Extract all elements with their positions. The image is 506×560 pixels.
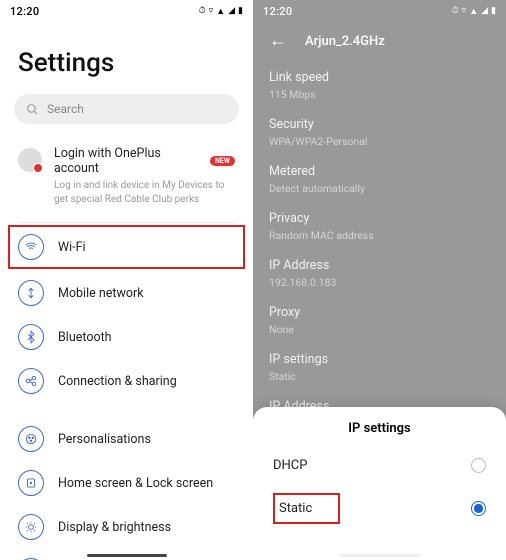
display-icon — [18, 514, 44, 540]
menu-label: Mobile network — [58, 286, 144, 301]
wifi-status-icon: ▲ — [216, 6, 225, 17]
home-lock-icon — [18, 470, 44, 496]
detail-link-speed[interactable]: Link speed 115 Mbps — [269, 64, 490, 111]
detail-label: IP Address — [269, 258, 490, 273]
alarm-icon: ⏱ — [452, 6, 459, 16]
login-subtitle: Log in and link device in My Devices to … — [54, 179, 234, 206]
phone-settings-screen: 12:20 ⏱ ▿ ▲ ◢ ▮ Settings Search Login wi… — [0, 0, 253, 560]
divider — [18, 222, 235, 223]
detail-metered[interactable]: Metered Detect automatically — [269, 158, 490, 205]
detail-label: IP settings — [269, 352, 490, 367]
detail-value: Random MAC address — [269, 229, 490, 242]
radio-checked-icon — [471, 501, 486, 516]
battery-icon: ▮ — [238, 6, 243, 16]
sheet-title: IP settings — [253, 421, 506, 448]
option-label: DHCP — [273, 458, 307, 473]
ip-settings-sheet: IP settings DHCP Static — [253, 407, 506, 560]
phone-network-detail-screen: 12:20 ⏱ ▿ ▲ ◢ ▮ ← Arjun_2.4GHz Link spee… — [253, 0, 506, 560]
connection-sharing-icon — [18, 368, 44, 394]
option-label: Static — [273, 493, 340, 524]
search-placeholder: Search — [47, 102, 84, 116]
status-bar: 12:20 ⏱ ▿ ▲ ◢ ▮ — [253, 0, 506, 22]
back-icon[interactable]: ← — [269, 32, 287, 50]
nav-pill[interactable] — [87, 554, 167, 557]
detail-value: 115 Mbps — [269, 88, 490, 101]
signal-icon: ◢ — [481, 6, 488, 16]
mobile-network-icon — [18, 280, 44, 306]
new-badge: NEW — [210, 156, 235, 166]
menu-item-home-lock[interactable]: Home screen & Lock screen — [0, 461, 253, 505]
page-title: Settings — [0, 22, 253, 94]
search-input[interactable]: Search — [14, 94, 239, 124]
data-icon: ▿ — [209, 6, 214, 16]
battery-icon: ▮ — [491, 6, 496, 16]
wifi-icon — [18, 234, 44, 260]
status-time: 12:20 — [263, 5, 292, 18]
menu-label: Home screen & Lock screen — [58, 476, 213, 491]
radio-unchecked-icon — [471, 458, 486, 473]
menu-item-wifi[interactable]: Wi-Fi — [8, 225, 245, 269]
status-bar: 12:20 ⏱ ▿ ▲ ◢ ▮ — [0, 0, 253, 22]
detail-label: Metered — [269, 164, 490, 179]
wifi-status-icon: ▲ — [469, 6, 478, 17]
menu-item-personalisations[interactable]: Personalisations — [0, 417, 253, 461]
menu-item-connection-sharing[interactable]: Connection & sharing — [0, 359, 253, 403]
login-row[interactable]: Login with OnePlus account NEW Log in an… — [0, 136, 253, 216]
detail-ip-settings[interactable]: IP settings Static — [269, 346, 490, 393]
search-icon — [26, 103, 39, 116]
status-time: 12:20 — [10, 5, 39, 18]
signal-icon: ◢ — [228, 6, 235, 16]
detail-value: Detect automatically — [269, 182, 490, 195]
detail-value: 192.168.0.183 — [269, 276, 490, 289]
detail-label: Security — [269, 117, 490, 132]
topbar: ← Arjun_2.4GHz — [253, 22, 506, 64]
detail-label: Proxy — [269, 305, 490, 320]
status-icons-group: ⏱ ▿ ▲ ◢ ▮ — [199, 6, 243, 17]
login-title: Login with OnePlus account — [54, 146, 204, 176]
option-static[interactable]: Static — [253, 483, 506, 534]
menu-item-display[interactable]: Display & brightness — [0, 505, 253, 549]
status-icons-group: ⏱ ▿ ▲ ◢ ▮ — [452, 6, 496, 17]
nav-pill[interactable] — [340, 554, 420, 557]
network-name: Arjun_2.4GHz — [305, 34, 385, 49]
menu-item-bluetooth[interactable]: Bluetooth — [0, 315, 253, 359]
menu-label: Wi-Fi — [58, 240, 86, 255]
detail-value: Static — [269, 370, 490, 383]
option-dhcp[interactable]: DHCP — [253, 448, 506, 483]
detail-proxy[interactable]: Proxy None — [269, 299, 490, 346]
menu-label: Bluetooth — [58, 330, 112, 345]
menu-label: Display & brightness — [58, 520, 171, 535]
detail-value: None — [269, 323, 490, 336]
detail-value: WPA/WPA2-Personal — [269, 135, 490, 148]
menu-item-mobile-network[interactable]: Mobile network — [0, 271, 253, 315]
detail-ip-address[interactable]: IP Address 192.168.0.183 — [269, 252, 490, 299]
bluetooth-icon — [18, 324, 44, 350]
alarm-icon: ⏱ — [199, 6, 206, 16]
data-icon: ▿ — [462, 6, 467, 16]
detail-label: Privacy — [269, 211, 490, 226]
menu-label: Personalisations — [58, 432, 151, 447]
detail-security[interactable]: Security WPA/WPA2-Personal — [269, 111, 490, 158]
detail-privacy[interactable]: Privacy Random MAC address — [269, 205, 490, 252]
menu-label: Connection & sharing — [58, 374, 177, 389]
personalisations-icon — [18, 426, 44, 452]
detail-label: Link speed — [269, 70, 490, 85]
avatar-icon — [18, 148, 42, 172]
